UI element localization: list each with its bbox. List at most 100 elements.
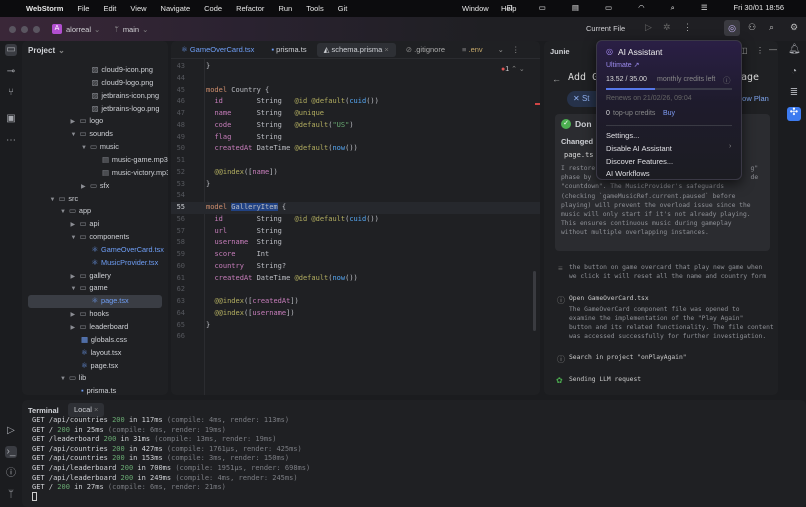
close-icon[interactable]: ×	[92, 405, 98, 414]
wifi-icon[interactable]: ◠	[638, 3, 645, 13]
code-line[interactable]: 54	[171, 190, 540, 202]
tree-item[interactable]: ▦globals.css	[22, 334, 162, 347]
tree-item[interactable]: ▨jetbrains-icon.png	[22, 90, 162, 103]
menu-ai-workflows[interactable]: AI Workflows	[606, 169, 650, 178]
tree-item[interactable]: ⚛GameOverCard.tsx	[22, 244, 162, 257]
plan-link[interactable]: Ultimate ↗	[606, 61, 639, 69]
tree-item[interactable]: ▪prisma.ts	[22, 385, 162, 395]
menu-app-name[interactable]: WebStorm	[26, 4, 63, 13]
project-selector[interactable]: alorreal	[66, 25, 91, 34]
run-icon[interactable]: ▷	[645, 22, 652, 33]
menu-code[interactable]: Code	[204, 4, 222, 13]
project-panel-title[interactable]: Project	[28, 46, 55, 55]
git-icon[interactable]: ᛘ	[5, 489, 17, 501]
code-line[interactable]: 62	[171, 284, 540, 296]
tree-item[interactable]: ▼▭game	[22, 282, 162, 295]
problems-icon[interactable]: ⓘ	[5, 468, 17, 480]
tree-item[interactable]: ▼▭lib	[22, 372, 162, 385]
code-line[interactable]: 44	[171, 73, 540, 85]
structure-icon[interactable]: ▣	[5, 113, 17, 125]
code-line[interactable]: 64 @@index([username])	[171, 308, 540, 320]
tree-item[interactable]: ⚛MusicProvider.tsx	[22, 257, 162, 270]
code-line[interactable]: 46 id String @id @default(cuid())	[171, 96, 540, 108]
menu-view[interactable]: View	[130, 4, 146, 13]
menu-tools[interactable]: Tools	[306, 4, 324, 13]
code-line[interactable]: 50 createdAt DateTime @default(now())	[171, 143, 540, 155]
tree-item[interactable]: ⚛page.tsx	[22, 360, 162, 373]
code-line[interactable]: 66	[171, 331, 540, 343]
code-line[interactable]: 61 createdAt DateTime @default(now())	[171, 273, 540, 285]
code-line[interactable]: 57 url String	[171, 226, 540, 238]
more-icon[interactable]: ⋮	[683, 22, 692, 33]
menu-disable-ai[interactable]: Disable AI Assistant	[606, 144, 672, 153]
run-services-icon[interactable]: ▷	[5, 425, 17, 437]
commit-icon[interactable]: ⊸	[5, 66, 17, 78]
tab-schema-prisma[interactable]: ◭ schema.prisma ×	[317, 43, 396, 57]
help-icon[interactable]: ⓘ	[723, 75, 731, 86]
menu-git[interactable]: Git	[338, 4, 348, 13]
code-line[interactable]: 56 id String @id @default(cuid())	[171, 214, 540, 226]
tree-item[interactable]: ▤music-game.mp3	[22, 154, 162, 167]
tree-item[interactable]: ▼▭music	[22, 141, 162, 154]
menu-window[interactable]: Window	[462, 4, 489, 13]
code-line[interactable]: 47 name String @unique	[171, 108, 540, 120]
tree-item[interactable]: ▶▭hooks	[22, 308, 162, 321]
tree-item[interactable]: ▶▭leaderboard	[22, 321, 162, 334]
debug-icon[interactable]: ✲	[663, 22, 671, 33]
clock[interactable]: Fri 30/01 18:56	[734, 3, 784, 13]
spotlight-icon[interactable]: ⌕	[671, 3, 675, 13]
code-line[interactable]: 51	[171, 155, 540, 167]
tree-item[interactable]: ▶▭gallery	[22, 270, 162, 283]
more-tools-icon[interactable]: ⋯	[5, 135, 17, 147]
code-line[interactable]: 63 @@index([createdAt])	[171, 296, 540, 308]
ai-assistant-icon[interactable]: ◎	[724, 20, 740, 36]
back-arrow-icon[interactable]: ←	[552, 74, 561, 84]
changed-file[interactable]: page.ts	[564, 151, 594, 159]
tree-item[interactable]: ▼▭components	[22, 231, 162, 244]
show-plan-link[interactable]: how Plan	[738, 94, 769, 103]
ai-chat-icon[interactable]: ◔	[788, 66, 800, 78]
tab-env[interactable]: ≡ .env	[455, 43, 490, 57]
tree-item[interactable]: ▶▭api	[22, 218, 162, 231]
tree-item[interactable]: ▨cloud9-logo.png	[22, 77, 162, 90]
folder-icon[interactable]: ▭	[5, 44, 17, 56]
tree-item[interactable]: ▼▭src	[22, 193, 162, 206]
code-line[interactable]: 48 code String @default("US")	[171, 120, 540, 132]
tab-gitignore[interactable]: ⊘ .gitignore	[399, 43, 452, 57]
code-line[interactable]: 53}	[171, 179, 540, 191]
battery-icon[interactable]: ▭	[605, 3, 612, 13]
buy-link[interactable]: Buy	[663, 110, 675, 117]
code-line[interactable]: 65}	[171, 320, 540, 332]
tree-item[interactable]: ▼▭sounds	[22, 128, 162, 141]
menu-discover-features[interactable]: Discover Features...	[606, 157, 673, 166]
tab-gameovercard[interactable]: ⚛ GameOverCard.tsx	[174, 43, 261, 57]
tree-item[interactable]: ▼▭app	[22, 205, 162, 218]
tree-item[interactable]: ▨jetbrains-logo.png	[22, 103, 162, 116]
menu-settings[interactable]: Settings...	[606, 131, 639, 140]
menu-navigate[interactable]: Navigate	[161, 4, 191, 13]
display-icon[interactable]: ▤	[572, 3, 579, 13]
close-icon[interactable]: ×	[382, 45, 388, 54]
window-controls[interactable]	[9, 26, 40, 33]
code-line[interactable]: 60 country String?	[171, 261, 540, 273]
more-icon[interactable]: ⋮	[512, 45, 520, 54]
terminal-tab-local[interactable]: Local ×	[68, 403, 104, 417]
menu-run[interactable]: Run	[278, 4, 292, 13]
code-line[interactable]: 52 @@index([name])	[171, 167, 540, 179]
add-user-icon[interactable]: ⚇	[748, 22, 756, 33]
terminal-icon[interactable]: ›_	[5, 446, 17, 458]
window-icon[interactable]: ▭	[539, 3, 546, 13]
search-icon[interactable]: ⌕	[769, 22, 774, 33]
menu-edit[interactable]: Edit	[103, 4, 116, 13]
menu-file[interactable]: File	[77, 4, 89, 13]
more-icon[interactable]: ⋮	[756, 46, 764, 55]
code-line[interactable]: 45model Country {	[171, 85, 540, 97]
branch-selector[interactable]: main	[123, 25, 139, 34]
tab-prisma-ts[interactable]: ▪ prisma.ts	[264, 43, 313, 57]
code-line[interactable]: 49 flag String	[171, 132, 540, 144]
tree-item[interactable]: ▶▭logo	[22, 115, 162, 128]
junie-icon[interactable]: ✣	[787, 107, 801, 121]
tree-item[interactable]: ▤music-victory.mp3	[22, 167, 162, 180]
settings-icon[interactable]: ⚙	[790, 22, 798, 33]
code-line[interactable]: 55model GalleryItem {	[171, 202, 540, 214]
